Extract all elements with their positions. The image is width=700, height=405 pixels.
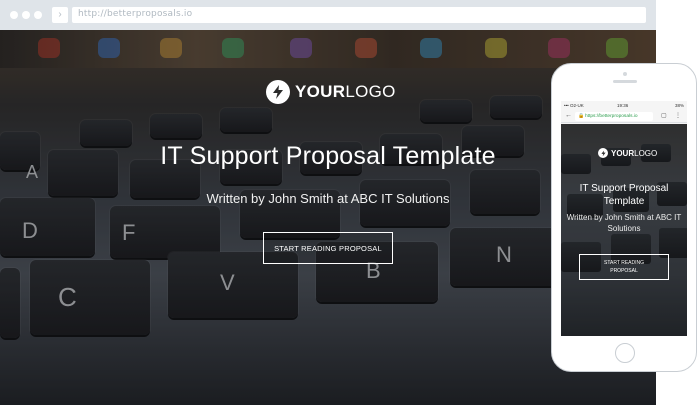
start-reading-button[interactable]: START READING PROPOSAL — [263, 232, 393, 264]
logo-wordmark: YOURLOGO — [295, 82, 396, 101]
phone-speaker — [613, 80, 637, 83]
address-bar[interactable]: http://betterproposals.io — [72, 7, 646, 23]
phone-page-subtitle: Written by John Smith at ABC IT Solution… — [566, 213, 682, 233]
carrier-label: ••• O2-UK — [564, 103, 584, 108]
back-arrow-icon[interactable]: ← — [565, 112, 572, 119]
window-control-dot[interactable] — [10, 11, 18, 19]
phone-camera — [623, 72, 627, 76]
browser-toolbar: › http://betterproposals.io — [0, 0, 656, 30]
phone-page-title: IT Support Proposal Template — [579, 183, 669, 207]
phone-status-bar: ••• O2-UK 19:36 38% — [561, 101, 687, 110]
phone-hero-section: YOURLOGO IT Support Proposal Template Wr… — [561, 124, 687, 336]
phone-mockup: ••• O2-UK 19:36 38% ← 🔒 https://betterpr… — [551, 63, 697, 372]
phone-home-button[interactable] — [615, 343, 635, 363]
time-label: 19:36 — [617, 103, 629, 108]
brand-logo[interactable]: YOURLOGO — [266, 80, 396, 104]
lightning-icon — [266, 80, 290, 104]
lock-icon: 🔒 — [578, 113, 585, 119]
phone-address-field[interactable]: 🔒 https://betterproposals.io — [575, 112, 653, 121]
phone-brand-logo[interactable]: YOURLOGO — [598, 148, 657, 158]
tabs-icon[interactable]: ▢ — [661, 112, 667, 119]
menu-icon[interactable]: ⋮ — [675, 112, 681, 119]
phone-start-reading-button[interactable]: START READING PROPOSAL — [579, 254, 669, 280]
forward-arrow-icon[interactable]: › — [52, 7, 68, 23]
window-control-dot[interactable] — [22, 11, 30, 19]
address-url: http://betterproposals.io — [78, 9, 193, 19]
phone-screen: ••• O2-UK 19:36 38% ← 🔒 https://betterpr… — [561, 101, 687, 336]
phone-address-url: https://betterproposals.io — [585, 113, 638, 119]
logo-wordmark: YOURLOGO — [611, 148, 658, 158]
lightning-icon — [598, 148, 608, 158]
phone-url-bar: ← 🔒 https://betterproposals.io ▢ ⋮ — [561, 110, 687, 123]
battery-label: 38% — [674, 103, 684, 108]
window-control-dot[interactable] — [34, 11, 42, 19]
